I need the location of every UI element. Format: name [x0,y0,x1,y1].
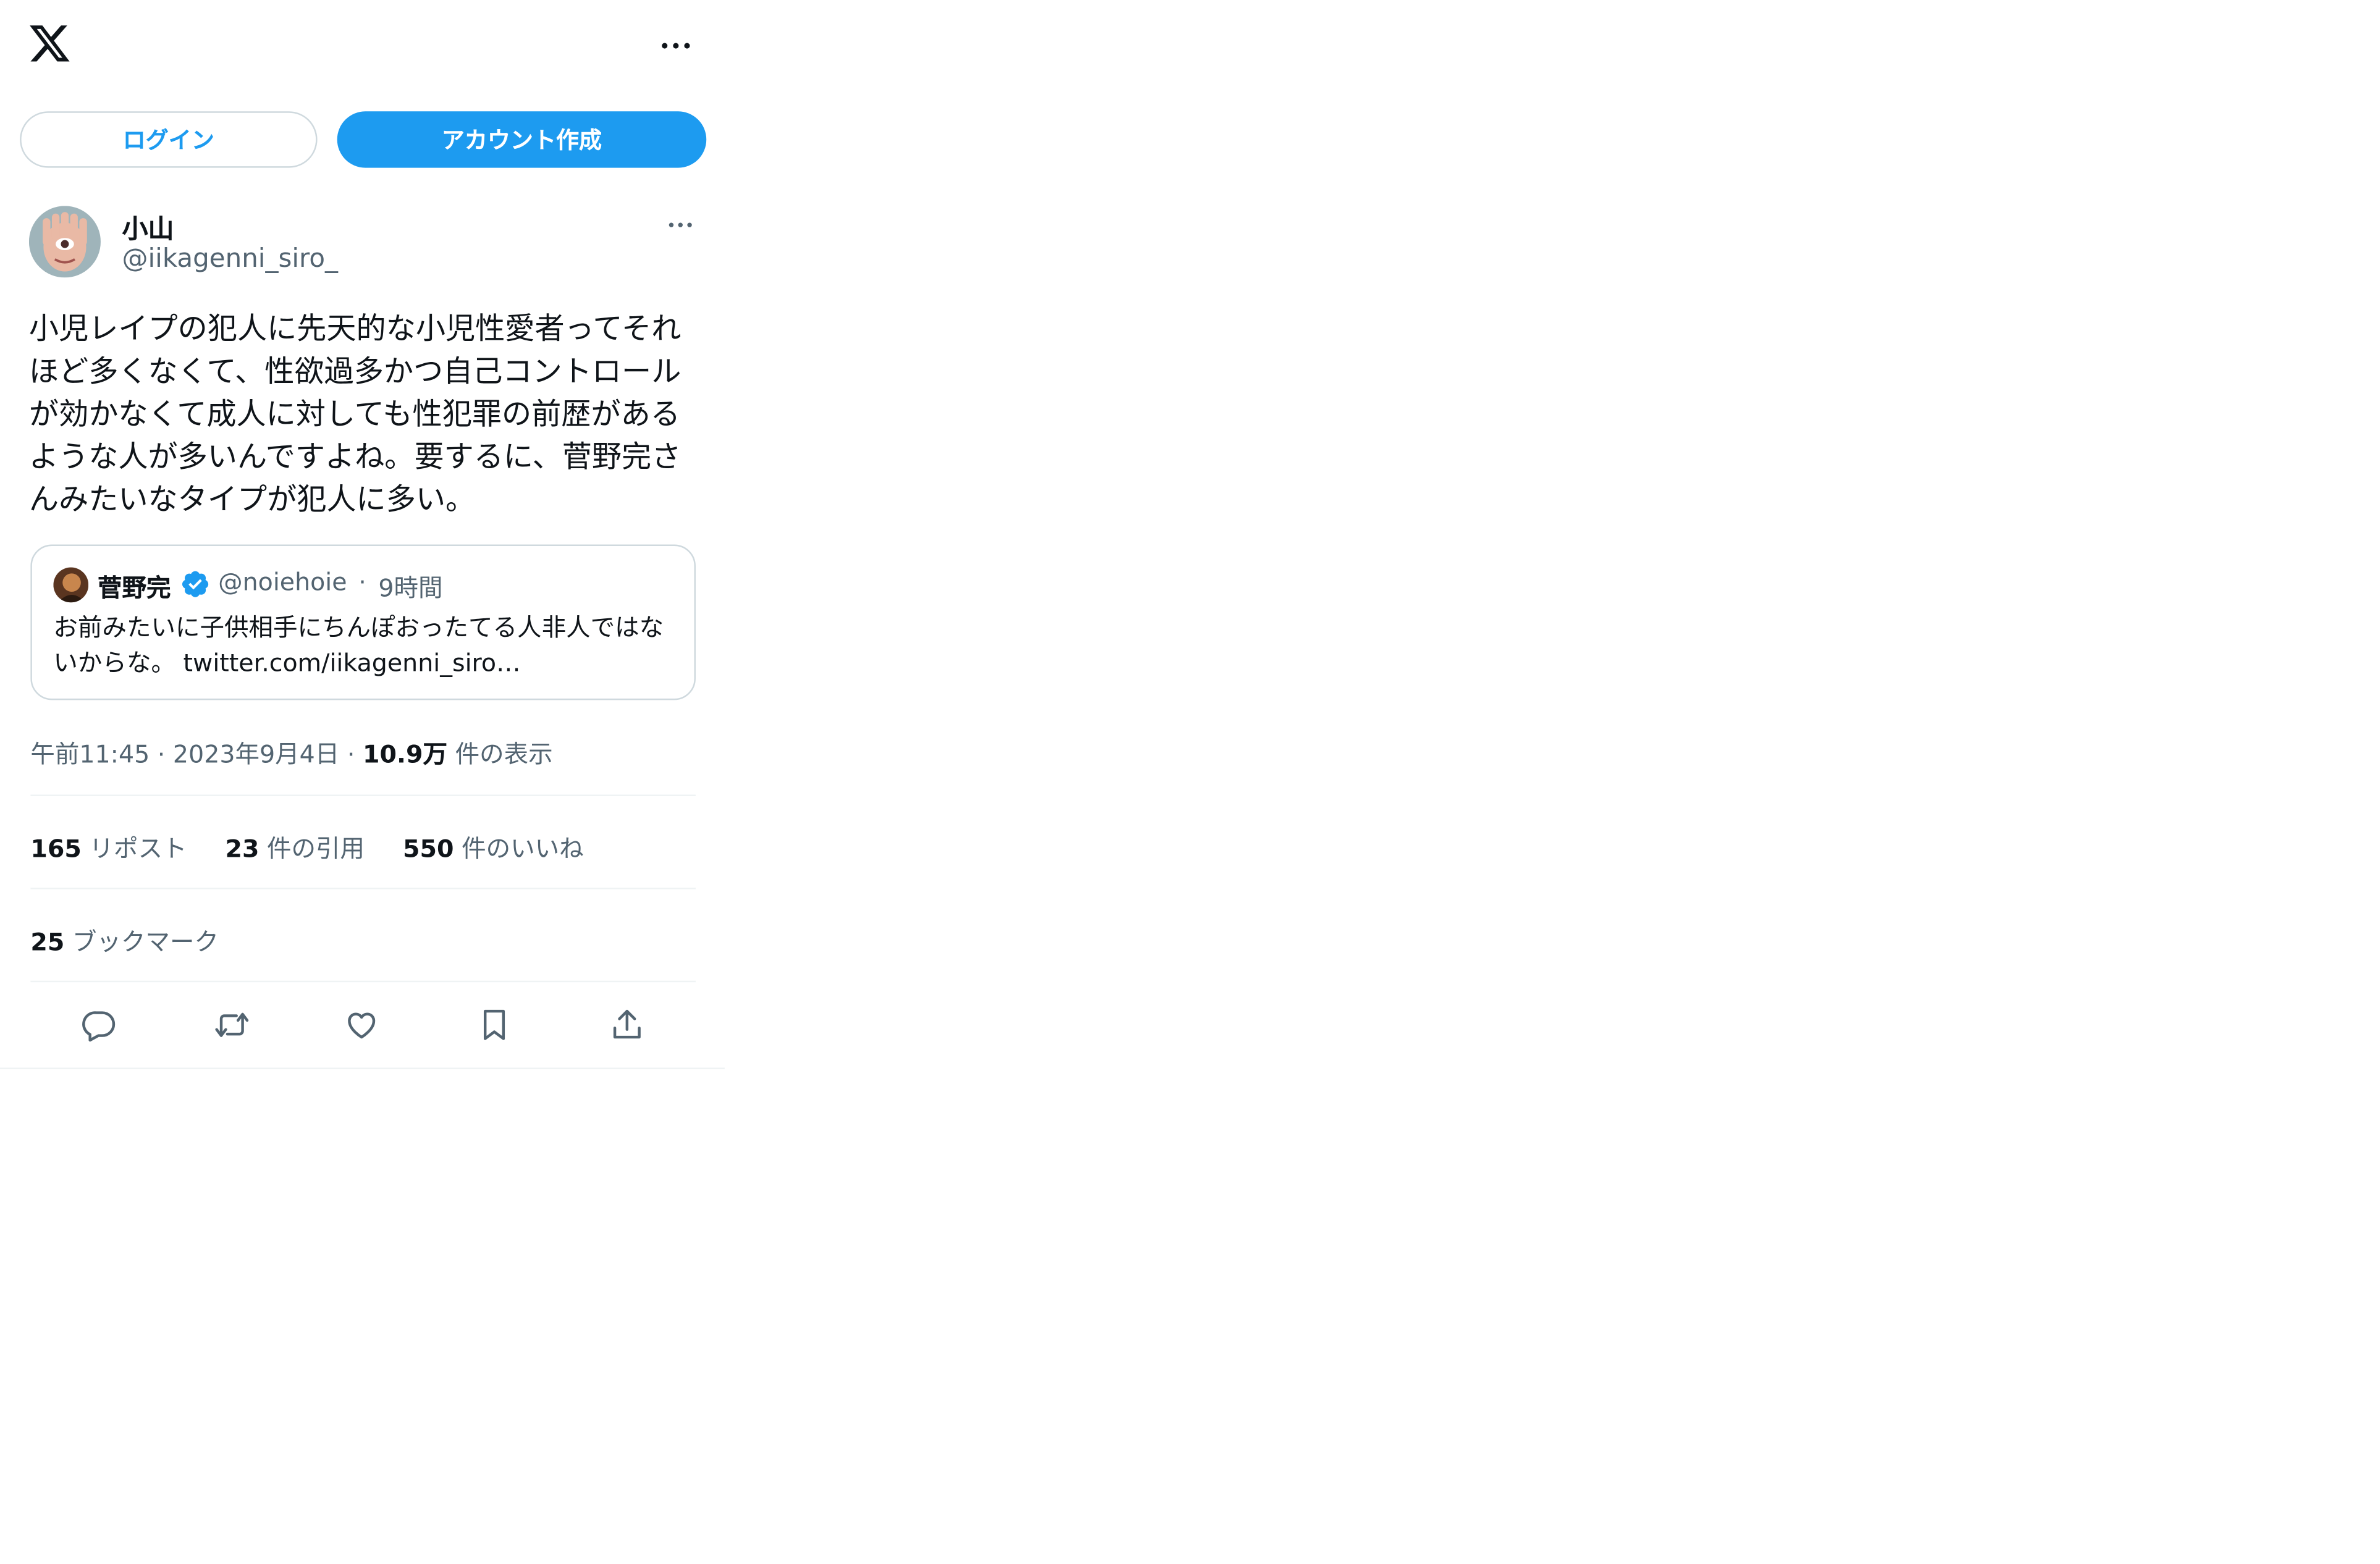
bookmarks-stat[interactable]: 25 ブックマーク [30,921,219,957]
views-count: 10.9万 [363,739,448,769]
likes-stat[interactable]: 550 件のいいね [403,828,584,865]
x-logo-icon[interactable] [27,22,72,66]
author-avatar[interactable] [28,206,101,278]
quoted-separator: · [358,567,366,597]
quoted-time: 9時間 [378,573,443,603]
quotes-stat[interactable]: 23 件の引用 [225,828,365,865]
share-icon[interactable] [606,1004,648,1046]
bookmark-stats: 25 ブックマーク [30,921,249,957]
tweet-meta: 午前11:45 · 2023年9月4日 · 10.9万 件の表示 [30,734,552,770]
divider [30,888,696,889]
login-button[interactable]: ログイン [20,111,318,168]
verified-badge-icon [180,569,210,599]
like-icon[interactable] [340,1004,383,1046]
bottom-divider [0,1067,725,1069]
meta-separator: · [347,739,355,769]
quoted-tweet[interactable]: 菅野完 @noiehoie · 9時間 お前みたいに子供相手にちんぽおったてる人… [30,544,696,700]
divider [30,980,696,983]
top-bar [0,0,725,91]
bookmark-icon[interactable] [473,1004,515,1046]
engagement-stats: 165 リポスト 23 件の引用 550 件のいいね [30,828,614,865]
tweet-more-icon[interactable] [659,208,702,241]
divider [30,794,696,796]
author-name[interactable]: 小山 [122,208,174,245]
views-label: 件の表示 [455,739,553,769]
quoted-text: お前みたいに子供相手にちんぽおったてる人非人ではないからな。 twitter.c… [53,613,664,678]
reply-icon[interactable] [78,1004,120,1046]
tweet-timestamp[interactable]: 午前11:45 · 2023年9月4日 [30,740,339,769]
quoted-author-avatar [53,567,89,603]
author-handle[interactable]: @iikagenni_siro_ [122,244,338,274]
more-icon[interactable] [653,27,699,64]
tweet-text: 小児レイプの犯人に先天的な小児性愛者ってそれほど多くなくて、性欲過多かつ自己コン… [28,311,682,518]
retweet-icon[interactable] [211,1004,253,1046]
quoted-author-name: 菅野完 [98,573,171,603]
quoted-author-handle: @noiehoie [218,567,347,597]
create-account-button[interactable]: アカウント作成 [337,111,707,168]
reposts-stat[interactable]: 165 リポスト [30,828,187,865]
action-bar [30,991,696,1059]
